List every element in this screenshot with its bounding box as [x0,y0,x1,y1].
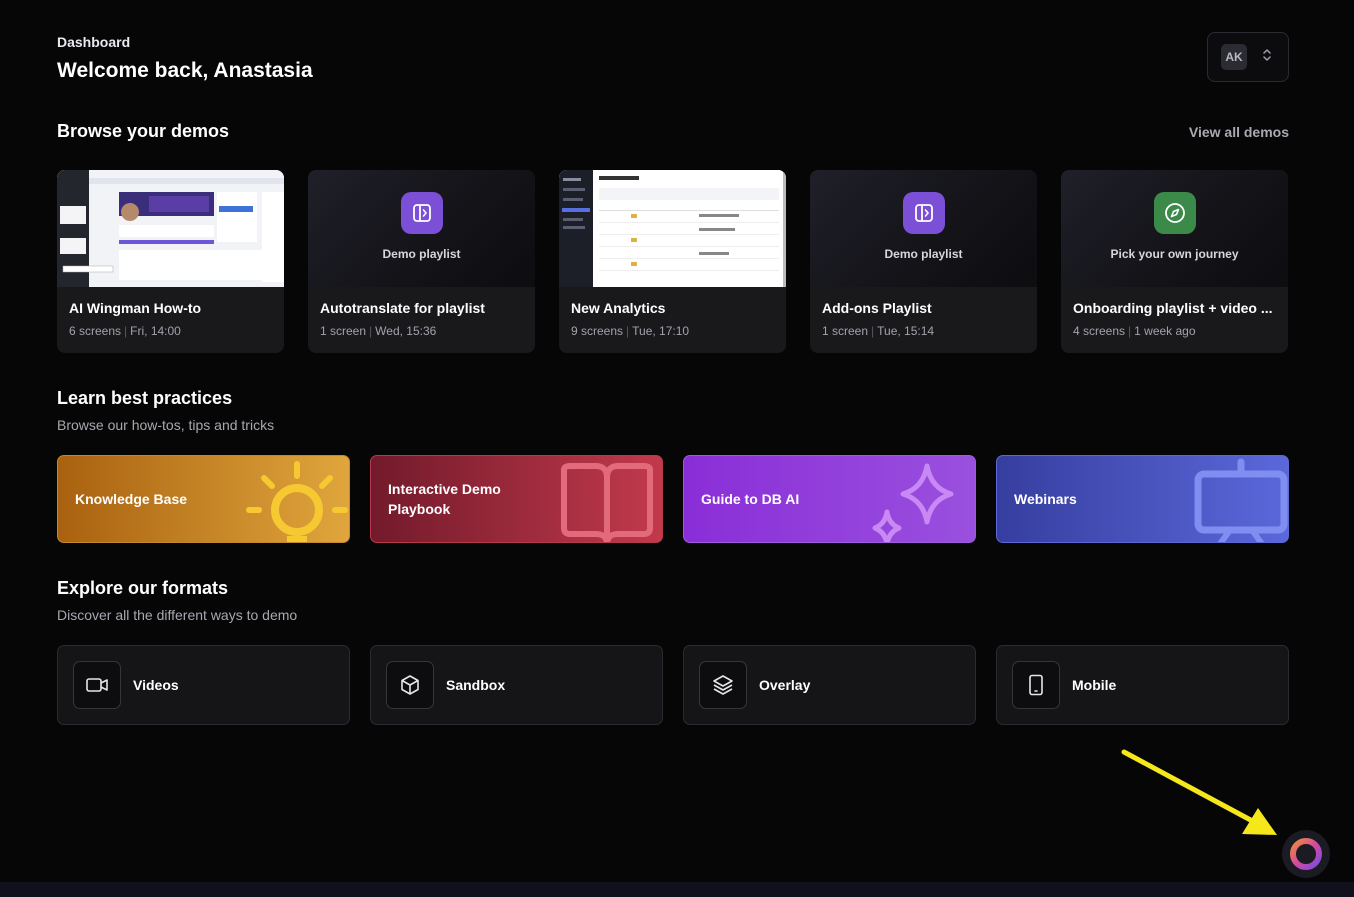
account-switcher[interactable]: AK [1207,32,1289,82]
format-label: Videos [133,677,179,693]
sparkle-icon [872,463,954,542]
demo-meta: 9 screens | Tue, 17:10 [571,324,690,338]
demo-card[interactable]: Demo playlist Add-ons Playlist 1 screen |… [810,170,1037,353]
demo-title: Onboarding playlist + video ... [1073,300,1273,316]
mobile-icon [1012,661,1060,709]
thumbnail-label: Demo playlist [884,247,963,261]
demo-card[interactable]: New Analytics 9 screens | Tue, 17:10 [559,170,786,353]
practice-label: Knowledge Base [75,491,188,507]
book-icon [561,463,653,542]
format-card-overlay[interactable]: Overlay [683,645,976,725]
formats-section-title: Explore our formats [57,578,229,598]
practices-list: Knowledge Base Interactive Demo Playbook… [57,455,1289,543]
compass-icon [1153,192,1196,234]
breadcrumb: Dashboard [57,34,131,50]
format-label: Overlay [759,677,811,693]
thumbnail-label: Pick your own journey [1110,247,1239,261]
demo-thumbnail-screenshot [559,170,786,287]
demos-section-title: Browse your demos [57,121,230,141]
format-card-sandbox[interactable]: Sandbox [370,645,663,725]
practice-label: Webinars [1014,491,1077,507]
practice-card-playbook[interactable]: Interactive Demo Playbook [370,455,663,543]
demo-meta: 1 screen | Wed, 15:36 [320,324,437,338]
dashboard-page: Dashboard Welcome back, Anastasia AK Bro… [0,0,1354,897]
practice-card-guide-db-ai[interactable]: Guide to DB AI [683,455,976,543]
playlist-icon [902,192,945,234]
thumbnail-label: Demo playlist [382,247,461,261]
demo-title: AI Wingman How-to [69,300,202,316]
demo-title: Autotranslate for playlist [320,300,485,316]
sun-icon [246,461,348,542]
demo-card[interactable]: Pick your own journey Onboarding playlis… [1061,170,1288,353]
avatar: AK [1221,44,1247,70]
video-camera-icon [73,661,121,709]
view-all-demos-link[interactable]: View all demos [1189,124,1289,140]
demo-thumbnail: Demo playlist [308,170,535,287]
demo-thumbnail: Pick your own journey [1061,170,1288,287]
format-card-videos[interactable]: Videos [57,645,350,725]
format-label: Mobile [1072,677,1117,693]
practices-section-subtitle: Browse our how-tos, tips and tricks [57,417,275,433]
cube-icon [386,661,434,709]
demos-list: AI Wingman How-to 6 screens | Fri, 14:00 D… [57,170,1288,353]
demo-title: Add-ons Playlist [822,300,932,316]
practice-label: Guide to DB AI [701,491,800,507]
demo-meta: 6 screens | Fri, 14:00 [69,324,181,338]
launcher-logo-icon [1290,838,1322,870]
format-card-mobile[interactable]: Mobile [996,645,1289,725]
practice-card-knowledge-base[interactable]: Knowledge Base [57,455,350,543]
annotation-arrow-icon [1121,749,1277,835]
chevron-up-down-icon [1261,47,1273,68]
page-title: Welcome back, Anastasia [57,59,313,82]
practice-label: Interactive Demo Playbook [388,481,501,517]
demo-title: New Analytics [571,300,666,316]
bottom-bar [0,882,1354,897]
demo-card[interactable]: AI Wingman How-to 6 screens | Fri, 14:00 [57,170,284,353]
formats-section-subtitle: Discover all the different ways to demo [57,607,298,623]
layers-icon [699,661,747,709]
formats-list: Videos Sandbox Overlay Mobile [57,645,1289,725]
practice-card-webinars[interactable]: Webinars [996,455,1289,543]
demo-thumbnail-screenshot [57,170,284,287]
demo-card[interactable]: Demo playlist Autotranslate for playlist… [308,170,535,353]
practices-section-title: Learn best practices [57,388,233,408]
presentation-icon [1194,458,1288,542]
format-label: Sandbox [446,677,506,693]
assistant-launcher-button[interactable] [1282,830,1330,878]
playlist-icon [400,192,443,234]
demo-meta: 4 screens | 1 week ago [1073,324,1196,338]
demo-meta: 1 screen | Tue, 15:14 [822,324,935,338]
demo-thumbnail: Demo playlist [810,170,1037,287]
